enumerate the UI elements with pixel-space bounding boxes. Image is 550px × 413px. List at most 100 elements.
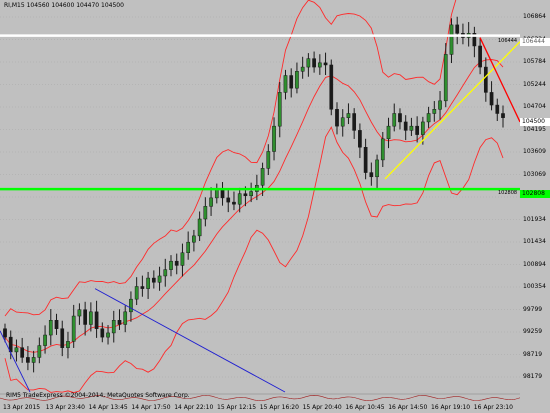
candle-body xyxy=(266,151,271,169)
green-line-price-tag: 102808 xyxy=(520,190,550,198)
candle-body xyxy=(77,309,82,317)
candle-body xyxy=(220,189,225,199)
candle-body xyxy=(192,235,196,243)
candle-body xyxy=(369,172,374,178)
candle-body xyxy=(329,64,334,110)
candle-body xyxy=(203,206,208,220)
candle-body xyxy=(432,109,437,114)
candle-body xyxy=(26,357,30,363)
time-tick: 14 Apr 22:10 xyxy=(174,404,214,411)
candle-body xyxy=(100,328,105,338)
bollinger-lower-line xyxy=(4,126,504,394)
time-tick: 16 Apr 14:50 xyxy=(388,404,428,411)
price-axis[interactable]: 1068641063241057841052441047041041951036… xyxy=(520,0,550,403)
candle-body xyxy=(398,113,402,123)
candle-body xyxy=(317,62,322,68)
price-tick: 105244 xyxy=(523,80,546,88)
candle-body xyxy=(60,328,65,348)
candle-body xyxy=(169,260,173,270)
price-tick: 105784 xyxy=(523,58,546,65)
candle-body xyxy=(163,269,168,277)
candle-body xyxy=(272,125,276,152)
candle-body xyxy=(89,311,93,325)
candle-body xyxy=(106,332,110,338)
price-tick: 99259 xyxy=(523,328,543,335)
time-tick: 16 Apr 23:10 xyxy=(473,404,513,411)
candle-body xyxy=(209,197,213,207)
candle-body xyxy=(449,24,454,55)
ohlc-values: 104560 104600 104470 104500 xyxy=(26,2,124,9)
candle-body xyxy=(335,109,339,127)
candle-body xyxy=(249,191,253,197)
green-line-label: 102808 xyxy=(498,190,518,196)
white-line-label: 106444 xyxy=(498,38,518,44)
candle-body xyxy=(421,121,425,135)
candle-body xyxy=(151,277,156,283)
bollinger-upper-line xyxy=(4,0,457,317)
candle-body xyxy=(340,117,345,127)
candle-body xyxy=(501,113,505,118)
time-tick: 15 Apr 16:20 xyxy=(259,404,299,411)
candle-body xyxy=(48,320,53,336)
price-tick: 101434 xyxy=(523,238,546,245)
candle-body xyxy=(283,75,288,93)
time-tick: 14 Apr 17:50 xyxy=(131,404,171,411)
candle-body xyxy=(426,113,431,123)
price-tick: 104704 xyxy=(523,103,546,110)
time-tick: 15 Apr 20:40 xyxy=(302,404,342,411)
candle-body xyxy=(134,286,139,300)
candle-body xyxy=(157,275,162,283)
candle-body xyxy=(111,320,116,334)
candle-body xyxy=(443,54,448,102)
chart-window[interactable]: RI,M15 104560 104600 104470 104500 10644… xyxy=(0,0,550,413)
candle-body xyxy=(31,357,36,363)
candle-body xyxy=(20,347,25,358)
candle-body xyxy=(243,193,248,197)
candle-body xyxy=(403,121,408,131)
candle-body xyxy=(43,334,47,346)
candle-body xyxy=(300,66,305,72)
time-tick: 14 Apr 13:45 xyxy=(88,404,128,411)
candle-body xyxy=(197,218,202,237)
candle-body xyxy=(438,100,442,110)
candle-body xyxy=(489,92,494,106)
yellow-trend-line xyxy=(384,41,520,180)
candle-body xyxy=(295,71,299,89)
candle-body xyxy=(495,104,500,114)
symbol-header: RI,M15 104560 104600 104470 104500 xyxy=(4,2,124,9)
candle-body xyxy=(129,298,133,313)
grid xyxy=(0,16,520,378)
price-tick: 101934 xyxy=(523,215,546,223)
symbol-label: RI,M15 xyxy=(4,2,25,9)
candles xyxy=(3,16,505,373)
time-tick: 16 Apr 19:10 xyxy=(431,404,471,411)
candle-body xyxy=(140,286,145,289)
candle-body xyxy=(66,341,70,348)
candle-body xyxy=(386,125,391,140)
candle-body xyxy=(323,62,328,66)
candle-body xyxy=(123,311,128,325)
price-tick: 99799 xyxy=(523,305,543,313)
candle-body xyxy=(289,75,294,89)
candle-body xyxy=(277,92,282,127)
time-axis[interactable]: 13 Apr 2015 13 Apr 23:40 14 Apr 13:45 14 Ap… xyxy=(0,403,550,413)
candle-body xyxy=(232,201,236,205)
candle-body xyxy=(346,113,351,118)
candle-body xyxy=(94,311,99,329)
candle-body xyxy=(71,315,76,342)
candle-body xyxy=(180,252,185,266)
price-tick: 100894 xyxy=(523,260,546,268)
candle-body xyxy=(415,125,419,135)
candle-body xyxy=(54,320,59,329)
time-tick: 16 Apr 10:45 xyxy=(345,404,385,411)
time-tick: 13 Apr 23:40 xyxy=(45,404,85,411)
price-tick: 104195 xyxy=(523,125,546,133)
candle-body xyxy=(358,130,362,148)
trend-lines xyxy=(0,37,520,393)
candle-body xyxy=(392,113,397,127)
candle-body xyxy=(214,189,219,199)
candle-body xyxy=(380,138,385,161)
price-chart[interactable] xyxy=(0,0,520,403)
candle-body xyxy=(186,241,191,253)
candle-body xyxy=(146,277,150,289)
